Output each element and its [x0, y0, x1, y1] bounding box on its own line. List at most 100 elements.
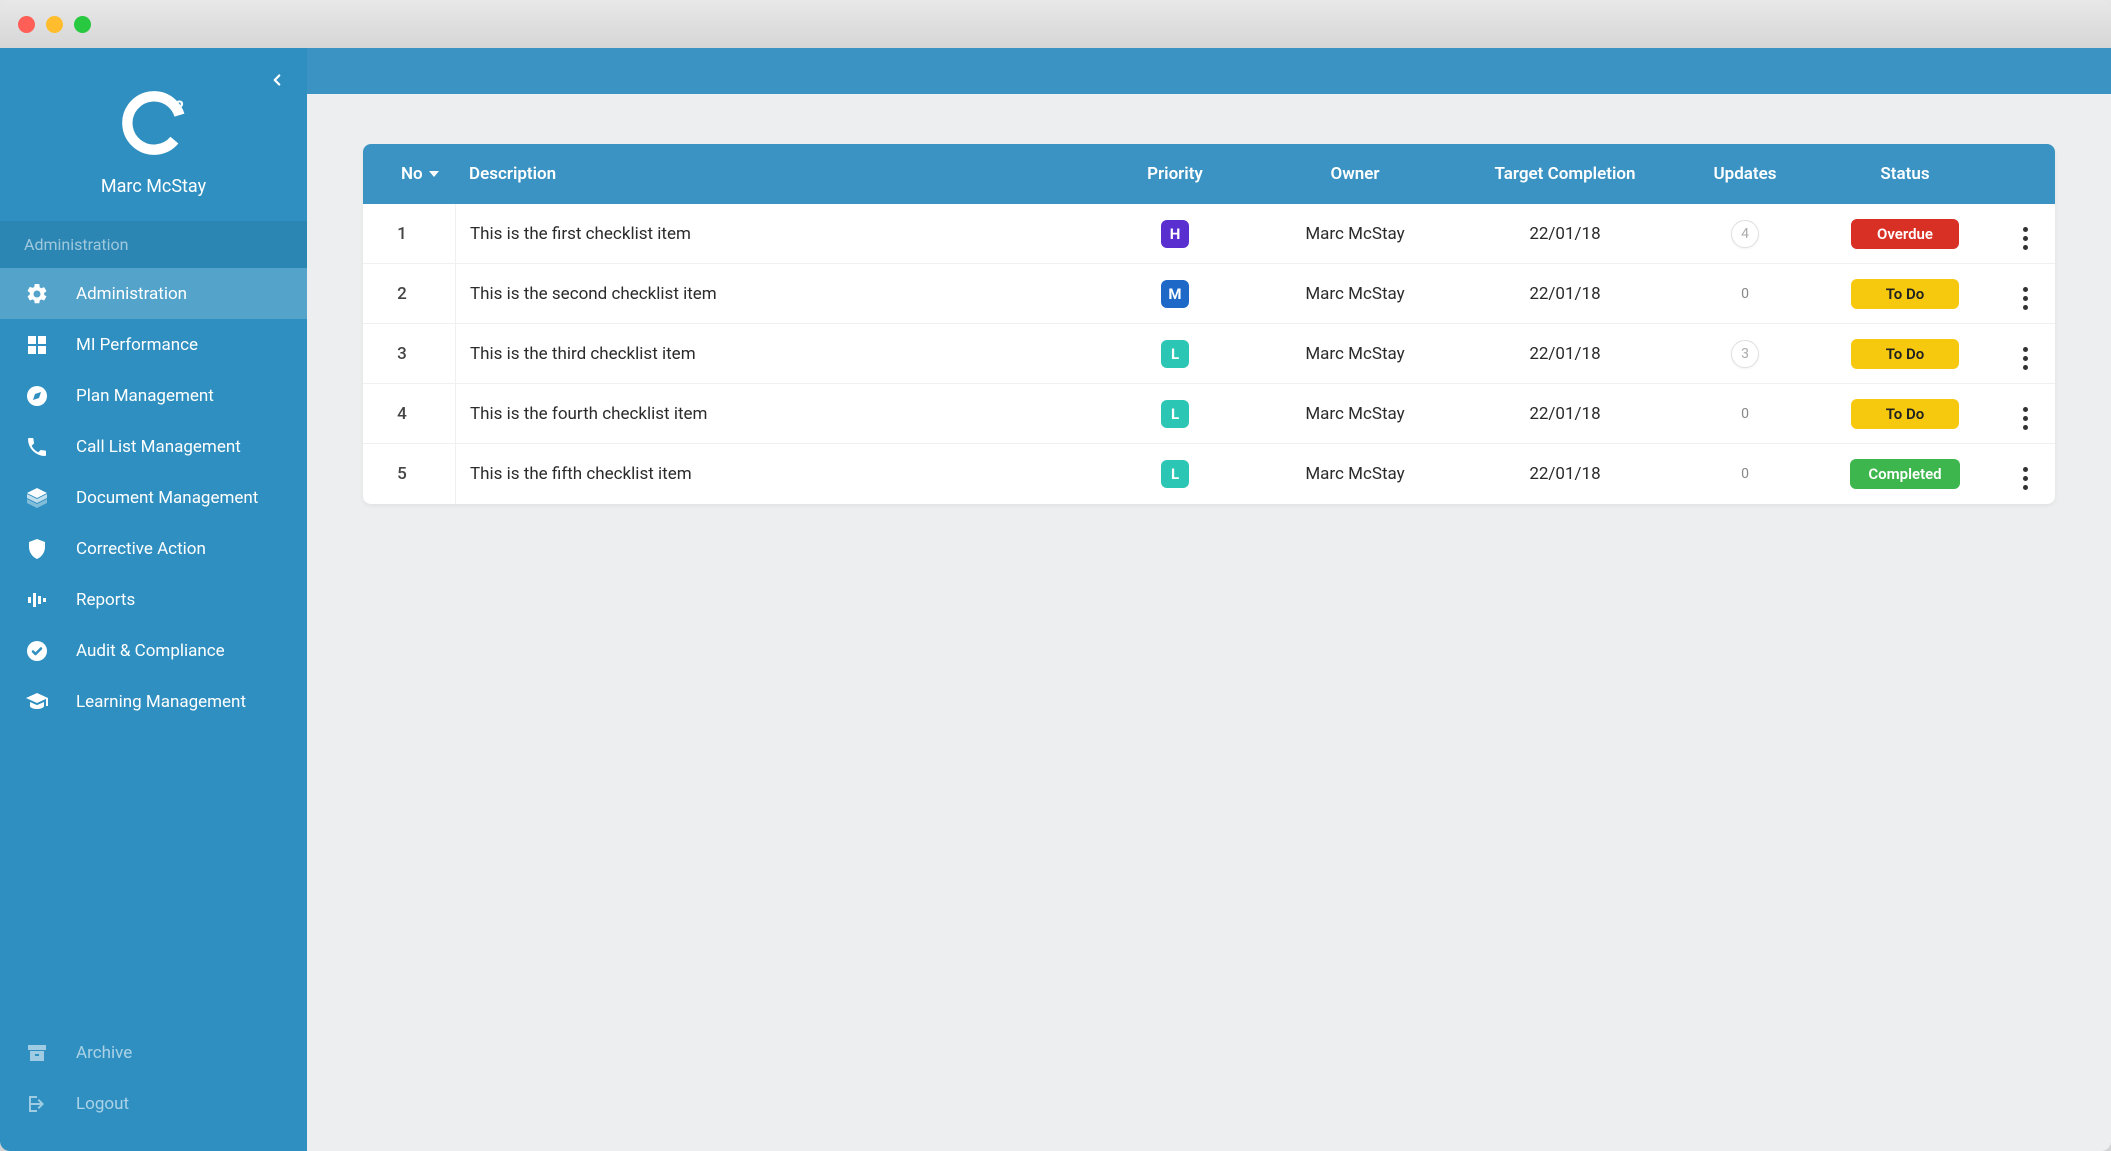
- sidebar-item-mi-performance[interactable]: MI Performance: [0, 319, 307, 370]
- cell-target: 22/01/18: [1455, 404, 1675, 424]
- main-content: No Description Priority Owner Target Com…: [307, 48, 2111, 1151]
- column-header-owner[interactable]: Owner: [1255, 164, 1455, 184]
- cell-no: 3: [363, 344, 455, 364]
- updates-pill[interactable]: 0: [1731, 400, 1759, 428]
- cell-status: To Do: [1815, 339, 1995, 369]
- updates-pill[interactable]: 0: [1731, 280, 1759, 308]
- sidebar-item-administration[interactable]: Administration: [0, 268, 307, 319]
- status-badge: To Do: [1851, 339, 1959, 369]
- sidebar-item-label: Call List Management: [76, 437, 241, 457]
- content-area: No Description Priority Owner Target Com…: [307, 94, 2111, 554]
- cell-priority: H: [1095, 220, 1255, 248]
- cell-target: 22/01/18: [1455, 464, 1675, 484]
- window-close-button[interactable]: [18, 16, 35, 33]
- shield-icon: [24, 536, 50, 562]
- cell-status: Completed: [1815, 459, 1995, 489]
- row-actions-button[interactable]: [2013, 467, 2037, 491]
- sidebar-item-learning-management[interactable]: Learning Management: [0, 676, 307, 727]
- sidebar-item-plan-management[interactable]: Plan Management: [0, 370, 307, 421]
- sidebar-nav: AdministrationMI Performance Plan Managem…: [0, 268, 307, 727]
- cell-owner-value: Marc McStay: [1305, 464, 1404, 484]
- cell-updates: 4: [1675, 220, 1815, 248]
- priority-chip: L: [1161, 460, 1189, 488]
- table-row[interactable]: 5 This is the fifth checklist item L Mar…: [363, 444, 2055, 504]
- column-header-target-label: Target Completion: [1495, 164, 1636, 184]
- cell-owner-value: Marc McStay: [1305, 344, 1404, 364]
- table-row[interactable]: 4 This is the fourth checklist item L Ma…: [363, 384, 2055, 444]
- graduation-icon: [24, 689, 50, 715]
- column-header-status[interactable]: Status: [1815, 164, 1995, 184]
- table-row[interactable]: 3 This is the third checklist item L Mar…: [363, 324, 2055, 384]
- cell-description-value: This is the second checklist item: [470, 284, 717, 304]
- table-body: 1 This is the first checklist item H Mar…: [363, 204, 2055, 504]
- sidebar-item-label: Learning Management: [76, 692, 246, 712]
- app-window: 2 Marc McStay Administration Administrat…: [0, 0, 2111, 1151]
- sidebar-item-corrective-action[interactable]: Corrective Action: [0, 523, 307, 574]
- priority-chip: M: [1161, 280, 1189, 308]
- sidebar-item-label: Plan Management: [76, 386, 214, 406]
- logo-block: 2 Marc McStay: [0, 48, 307, 221]
- column-header-owner-label: Owner: [1330, 164, 1379, 184]
- updates-pill[interactable]: 3: [1731, 340, 1759, 368]
- cell-updates: 0: [1675, 280, 1815, 308]
- cell-target-value: 22/01/18: [1529, 344, 1600, 364]
- column-header-description-label: Description: [469, 164, 556, 184]
- chevron-left-icon: [268, 71, 286, 89]
- column-header-status-label: Status: [1880, 164, 1929, 184]
- cell-no: 2: [363, 284, 455, 304]
- updates-pill[interactable]: 4: [1731, 220, 1759, 248]
- gear-icon: [24, 281, 50, 307]
- sidebar-item-audit-compliance[interactable]: Audit & Compliance: [0, 625, 307, 676]
- cell-no-value: 3: [397, 344, 407, 364]
- column-header-no[interactable]: No: [363, 164, 455, 184]
- status-badge: To Do: [1851, 279, 1959, 309]
- sidebar-item-logout[interactable]: Logout: [0, 1078, 307, 1129]
- table-row[interactable]: 2 This is the second checklist item M Ma…: [363, 264, 2055, 324]
- row-actions-button[interactable]: [2013, 226, 2037, 250]
- row-actions-button[interactable]: [2013, 346, 2037, 370]
- cell-updates: 3: [1675, 340, 1815, 368]
- column-header-priority-label: Priority: [1147, 164, 1203, 184]
- status-badge: Overdue: [1851, 219, 1959, 249]
- cell-target: 22/01/18: [1455, 344, 1675, 364]
- cell-target: 22/01/18: [1455, 284, 1675, 304]
- row-actions-button[interactable]: [2013, 406, 2037, 430]
- sidebar-item-archive[interactable]: Archive: [0, 1027, 307, 1078]
- sidebar-item-call-list-management[interactable]: Call List Management: [0, 421, 307, 472]
- cell-description-value: This is the first checklist item: [470, 224, 691, 244]
- cell-actions: [1995, 337, 2055, 371]
- sidebar-collapse-button[interactable]: [265, 68, 289, 92]
- cell-updates: 0: [1675, 460, 1815, 488]
- column-header-description[interactable]: Description: [455, 164, 1095, 184]
- column-header-priority[interactable]: Priority: [1095, 164, 1255, 184]
- app-body: 2 Marc McStay Administration Administrat…: [0, 48, 2111, 1151]
- column-header-target[interactable]: Target Completion: [1455, 164, 1675, 184]
- priority-chip: H: [1161, 220, 1189, 248]
- cell-owner-value: Marc McStay: [1305, 284, 1404, 304]
- window-maximize-button[interactable]: [74, 16, 91, 33]
- logout-icon: [24, 1091, 50, 1117]
- sidebar-item-document-management[interactable]: Document Management: [0, 472, 307, 523]
- sidebar-footer: Archive Logout: [0, 1027, 307, 1151]
- cell-actions: [1995, 457, 2055, 491]
- table-header: No Description Priority Owner Target Com…: [363, 144, 2055, 204]
- cell-owner: Marc McStay: [1255, 404, 1455, 424]
- sidebar-item-label: Archive: [76, 1043, 132, 1063]
- row-actions-button[interactable]: [2013, 286, 2037, 310]
- updates-pill[interactable]: 0: [1731, 460, 1759, 488]
- sidebar-item-reports[interactable]: Reports: [0, 574, 307, 625]
- cell-actions: [1995, 397, 2055, 431]
- column-header-updates[interactable]: Updates: [1675, 164, 1815, 184]
- cell-priority: L: [1095, 340, 1255, 368]
- cell-description: This is the third checklist item: [456, 344, 1095, 364]
- cell-description: This is the fifth checklist item: [456, 464, 1095, 484]
- column-header-updates-label: Updates: [1713, 164, 1776, 184]
- svg-text:2: 2: [174, 98, 183, 117]
- cell-target-value: 22/01/18: [1529, 284, 1600, 304]
- cell-no-value: 5: [397, 464, 407, 484]
- column-header-no-label: No: [401, 164, 423, 184]
- table-row[interactable]: 1 This is the first checklist item H Mar…: [363, 204, 2055, 264]
- sidebar-item-label: Audit & Compliance: [76, 641, 225, 661]
- window-minimize-button[interactable]: [46, 16, 63, 33]
- cell-no: 5: [363, 464, 455, 484]
